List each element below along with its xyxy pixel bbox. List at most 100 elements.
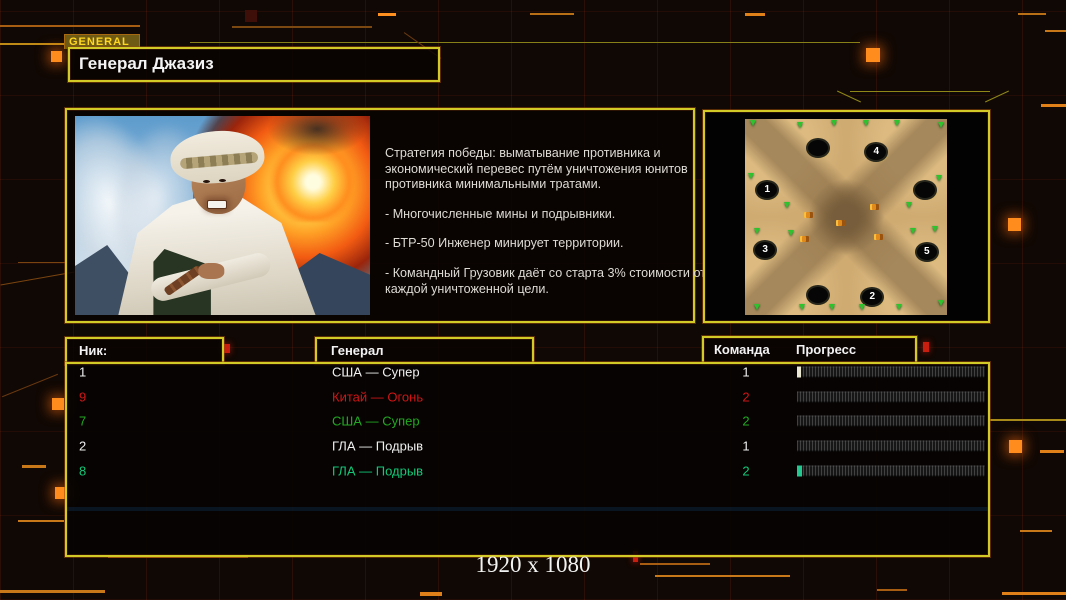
player-progress-bar — [797, 416, 985, 427]
bg-line — [22, 465, 46, 468]
player-general: Китай — Огонь — [332, 389, 423, 404]
strategy-bullet: - Многочисленные мины и подрывники. — [385, 207, 711, 223]
loading-screen: GENERAL Генерал Джазиз Стратегия поб — [0, 0, 1066, 600]
map-flag-icon — [863, 120, 869, 126]
player-team: 2 — [734, 389, 758, 404]
map-start-position: 2 — [862, 289, 882, 305]
bg-square-orange — [1008, 218, 1021, 231]
bg-strip — [67, 507, 988, 511]
player-nick: 1 — [79, 365, 86, 380]
bg-line — [18, 262, 66, 263]
figure-mouth-art — [207, 200, 227, 209]
strategy-bullet: - БТР-50 Инженер минирует территории. — [385, 236, 711, 252]
table-row: 7 США — Супер 2 — [67, 409, 988, 434]
map-flag-icon — [894, 120, 900, 126]
bg-line — [985, 91, 1009, 103]
map-start-position — [808, 140, 828, 156]
player-nick: 9 — [79, 389, 86, 404]
info-panel: Стратегия победы: выматывание противника… — [65, 108, 695, 323]
general-header-label: Генерал — [331, 343, 383, 358]
map-vehicle-icon — [874, 234, 883, 240]
bg-line — [1045, 30, 1066, 32]
bg-line — [18, 520, 64, 522]
map-flag-icon — [784, 202, 790, 208]
player-nick: 8 — [79, 463, 86, 478]
players-panel: 1 США — Супер 1 9 Китай — Огонь 2 7 США … — [65, 362, 990, 557]
map-flag-icon — [932, 226, 938, 232]
map-flag-icon — [829, 304, 835, 310]
player-general: США — Супер — [332, 414, 420, 429]
smoke-art — [252, 116, 370, 164]
map-flag-icon — [754, 228, 760, 234]
map-start-position: 5 — [917, 244, 937, 260]
map-flag-icon — [910, 228, 916, 234]
general-name-box: Генерал Джазиз — [68, 47, 440, 82]
map-flag-icon — [896, 304, 902, 310]
table-row: 1 США — Супер 1 — [67, 364, 988, 385]
player-team: 1 — [734, 365, 758, 380]
map-start-position: 4 — [866, 144, 886, 160]
map-flag-icon — [831, 120, 837, 126]
player-general: США — Супер — [332, 365, 420, 380]
map-flag-icon — [938, 122, 944, 128]
map-vehicle-icon — [836, 220, 845, 226]
bg-line — [877, 589, 907, 591]
general-name: Генерал Джазиз — [70, 49, 438, 74]
map-flag-icon — [750, 120, 756, 126]
bg-line — [190, 42, 860, 43]
map-flag-icon — [799, 304, 805, 310]
figure-eye-art — [219, 179, 226, 182]
strategy-text: Стратегия победы: выматывание противника… — [385, 146, 711, 311]
map-start-position: 1 — [757, 182, 777, 198]
bg-line — [420, 592, 442, 596]
bg-line — [850, 91, 990, 92]
minimap-panel: 1 4 3 5 2 — [703, 110, 990, 323]
table-row: 9 Китай — Огонь 2 — [67, 385, 988, 410]
nick-header-box: Ник: — [65, 337, 224, 365]
bg-line — [232, 26, 372, 28]
progress-header-label: Прогресс — [796, 342, 856, 357]
map-flag-icon — [938, 300, 944, 306]
player-general: ГЛА — Подрыв — [332, 439, 423, 454]
bg-square-orange — [1009, 440, 1022, 453]
map-start-position — [808, 287, 828, 303]
bg-line — [837, 91, 861, 103]
minimap: 1 4 3 5 2 — [745, 119, 947, 315]
bg-square-red — [223, 344, 230, 353]
figure-hand-art — [198, 263, 224, 279]
bg-line — [1041, 104, 1066, 107]
map-flag-icon — [754, 304, 760, 310]
bg-square-red — [245, 10, 257, 22]
player-team: 2 — [734, 414, 758, 429]
resolution-label: 1920 x 1080 — [0, 552, 1066, 578]
progress-tick — [797, 465, 802, 476]
map-flag-icon — [859, 304, 865, 310]
map-start-position: 3 — [755, 242, 775, 258]
bg-line — [1018, 13, 1046, 15]
bg-square-red — [923, 342, 929, 352]
bg-line — [745, 13, 765, 16]
map-flag-icon — [797, 122, 803, 128]
bg-line — [0, 25, 140, 27]
player-progress-bar — [797, 367, 985, 378]
map-flag-icon — [936, 175, 942, 181]
player-general: ГЛА — Подрыв — [332, 463, 423, 478]
player-team: 2 — [734, 463, 758, 478]
map-vehicle-icon — [804, 212, 813, 218]
nick-header-label: Ник: — [79, 343, 107, 358]
bg-square-orange — [51, 51, 62, 62]
progress-tick — [797, 367, 801, 378]
bg-line — [1020, 530, 1052, 532]
bg-square-orange — [52, 398, 64, 410]
general-header-box: Генерал — [315, 337, 534, 365]
table-row: 8 ГЛА — Подрыв 2 — [67, 458, 988, 483]
bg-line — [988, 419, 1066, 421]
map-vehicle-icon — [870, 204, 879, 210]
map-vehicle-icon — [800, 236, 809, 242]
table-row: 2 ГЛА — Подрыв 1 — [67, 434, 988, 459]
bg-line — [1040, 450, 1064, 453]
player-team: 1 — [734, 439, 758, 454]
player-progress-bar — [797, 465, 985, 476]
general-portrait — [75, 116, 370, 315]
player-progress-bar — [797, 391, 985, 402]
